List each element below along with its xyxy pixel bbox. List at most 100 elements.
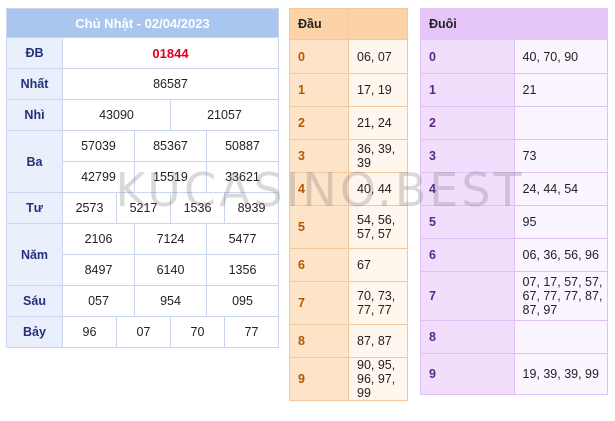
prize-value: 7124 [134,223,207,255]
prize-label: Nhất [6,68,63,100]
row-sau: Sáu 057 954 095 [6,285,279,317]
dau-numbers: 40, 44 [348,172,408,206]
dau-row: 8 87, 87 [289,324,408,358]
duoi-row: 1 21 [420,73,608,107]
dau-numbers: 06, 07 [348,39,408,74]
prize-value: 21057 [170,99,279,131]
dau-row: 3 36, 39, 39 [289,139,408,173]
prize-value: 96 [62,316,117,348]
duoi-digit: 3 [420,139,515,173]
duoi-header: Đuôi [420,8,515,40]
prize-value: 8939 [224,192,279,224]
duoi-header-values [513,8,608,40]
dau-digit: 6 [289,248,349,282]
prize-label: Nhì [6,99,63,131]
special-prize-value: 01844 [62,37,279,69]
prize-value: 50887 [206,130,279,162]
dau-row: 7 70, 73, 77, 77 [289,281,408,325]
duoi-body: 0 40, 70, 90 1 21 2 3 73 4 24, 44, 54 5 95 6 06, 36,… [420,39,608,395]
dau-numbers: 54, 56, 57, 57 [348,205,408,249]
duoi-row: 2 [420,106,608,140]
prize-value: 86587 [62,68,279,100]
dau-row: 1 17, 19 [289,73,408,107]
row-tu: Tư 2573 5217 1536 8939 [6,192,279,224]
prize-value: 5217 [116,192,171,224]
prize-value: 095 [206,285,279,317]
dau-digit: 8 [289,324,349,358]
row-nam-1: Năm 2106 7124 5477 [6,223,279,286]
dau-header-values [348,8,408,40]
duoi-digit: 2 [420,106,515,140]
dau-row: 6 67 [289,248,408,282]
results-table: Chủ Nhật - 02/04/2023 ĐB 01844 Nhất 8658… [6,8,279,348]
row-nhat: Nhất 86587 [6,68,279,100]
duoi-numbers: 40, 70, 90 [513,39,608,74]
duoi-row: 0 40, 70, 90 [420,39,608,74]
prize-value: 15519 [134,161,207,193]
dau-row: 2 21, 24 [289,106,408,140]
dau-numbers: 36, 39, 39 [348,139,408,173]
dau-header: Đầu [289,8,349,40]
prize-label: ĐB [6,37,63,69]
duoi-header-row: Đuôi [420,8,608,40]
prize-value: 2106 [62,223,135,255]
duoi-table: Đuôi 0 40, 70, 90 1 21 2 3 73 4 24, 44, 54 5 95 6 06… [420,8,608,395]
dau-body: 0 06, 07 1 17, 19 2 21, 24 3 36, 39, 39 4 40, 44 5… [289,39,408,401]
prize-value: 1356 [206,254,279,286]
duoi-numbers: 19, 39, 39, 99 [513,353,608,395]
prize-label: Tư [6,192,63,224]
dau-digit: 7 [289,281,349,325]
prize-value: 954 [134,285,207,317]
row-ba-1: Ba 57039 85367 50887 [6,130,279,193]
duoi-numbers: 95 [513,205,608,239]
duoi-row: 3 73 [420,139,608,173]
duoi-digit: 9 [420,353,515,395]
duoi-row: 6 06, 36, 56, 96 [420,238,608,272]
prize-value: 57039 [62,130,135,162]
duoi-row: 5 95 [420,205,608,239]
dau-numbers: 87, 87 [348,324,408,358]
prize-value: 07 [116,316,171,348]
duoi-row: 8 [420,320,608,354]
dau-numbers: 21, 24 [348,106,408,140]
prize-label: Ba [6,130,63,193]
prize-value: 5477 [206,223,279,255]
duoi-numbers: 21 [513,73,608,107]
duoi-numbers: 06, 36, 56, 96 [513,238,608,272]
prize-value: 42799 [62,161,135,193]
duoi-digit: 6 [420,238,515,272]
prize-value: 6140 [134,254,207,286]
prize-label: Năm [6,223,63,286]
prize-value: 43090 [62,99,171,131]
dau-numbers: 67 [348,248,408,282]
prize-value: 057 [62,285,135,317]
row-nhi: Nhì 43090 21057 [6,99,279,131]
row-db: ĐB 01844 [6,37,279,69]
dau-row: 0 06, 07 [289,39,408,74]
duoi-numbers [513,106,608,140]
dau-row: 4 40, 44 [289,172,408,206]
duoi-digit: 1 [420,73,515,107]
duoi-numbers: 73 [513,139,608,173]
duoi-digit: 8 [420,320,515,354]
row-bay: Bảy 96 07 70 77 [6,316,279,348]
dau-digit: 0 [289,39,349,74]
duoi-digit: 0 [420,39,515,74]
dau-digit: 5 [289,205,349,249]
duoi-digit: 5 [420,205,515,239]
dau-row: 9 90, 95, 96, 97, 99 [289,357,408,401]
duoi-numbers: 07, 17, 57, 57, 67, 77, 77, 87, 87, 97 [513,271,608,321]
prize-value: 33621 [206,161,279,193]
dau-numbers: 17, 19 [348,73,408,107]
duoi-row: 9 19, 39, 39, 99 [420,353,608,395]
dau-row: 5 54, 56, 57, 57 [289,205,408,249]
prize-label: Bảy [6,316,63,348]
prize-label: Sáu [6,285,63,317]
prize-value: 85367 [134,130,207,162]
dau-numbers: 90, 95, 96, 97, 99 [348,357,408,401]
prize-value: 70 [170,316,225,348]
dau-header-row: Đầu [289,8,408,40]
duoi-row: 4 24, 44, 54 [420,172,608,206]
dau-digit: 1 [289,73,349,107]
duoi-digit: 7 [420,271,515,321]
